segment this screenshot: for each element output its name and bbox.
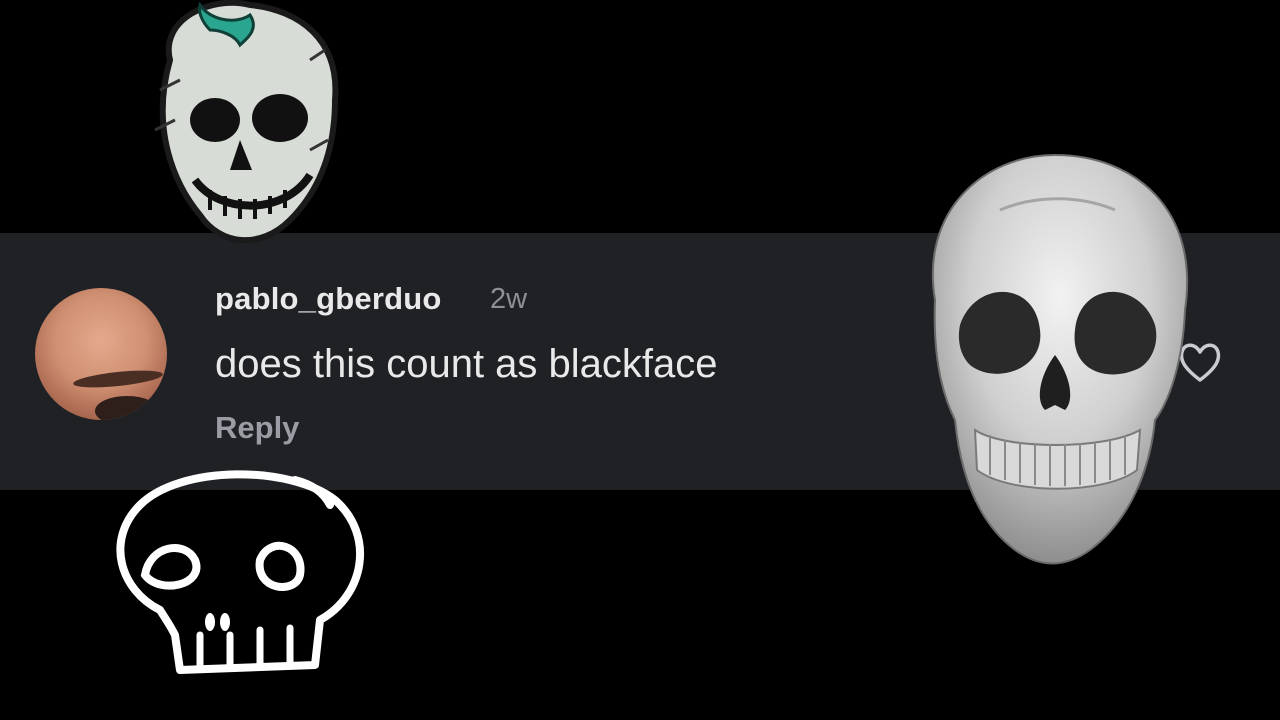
comment-timestamp: 2w <box>490 283 528 315</box>
skull-photo-sticker <box>931 153 1189 565</box>
comment-text: does this count as blackface <box>215 342 718 386</box>
avatar-eye <box>95 396 159 420</box>
reply-button[interactable]: Reply <box>215 410 299 446</box>
skull-sticker-outline <box>116 470 364 674</box>
avatar-brow <box>72 367 164 391</box>
comment-username[interactable]: pablo_gberduo <box>215 281 442 317</box>
avatar[interactable] <box>35 288 167 420</box>
skull-sticker-drawn <box>154 0 339 244</box>
